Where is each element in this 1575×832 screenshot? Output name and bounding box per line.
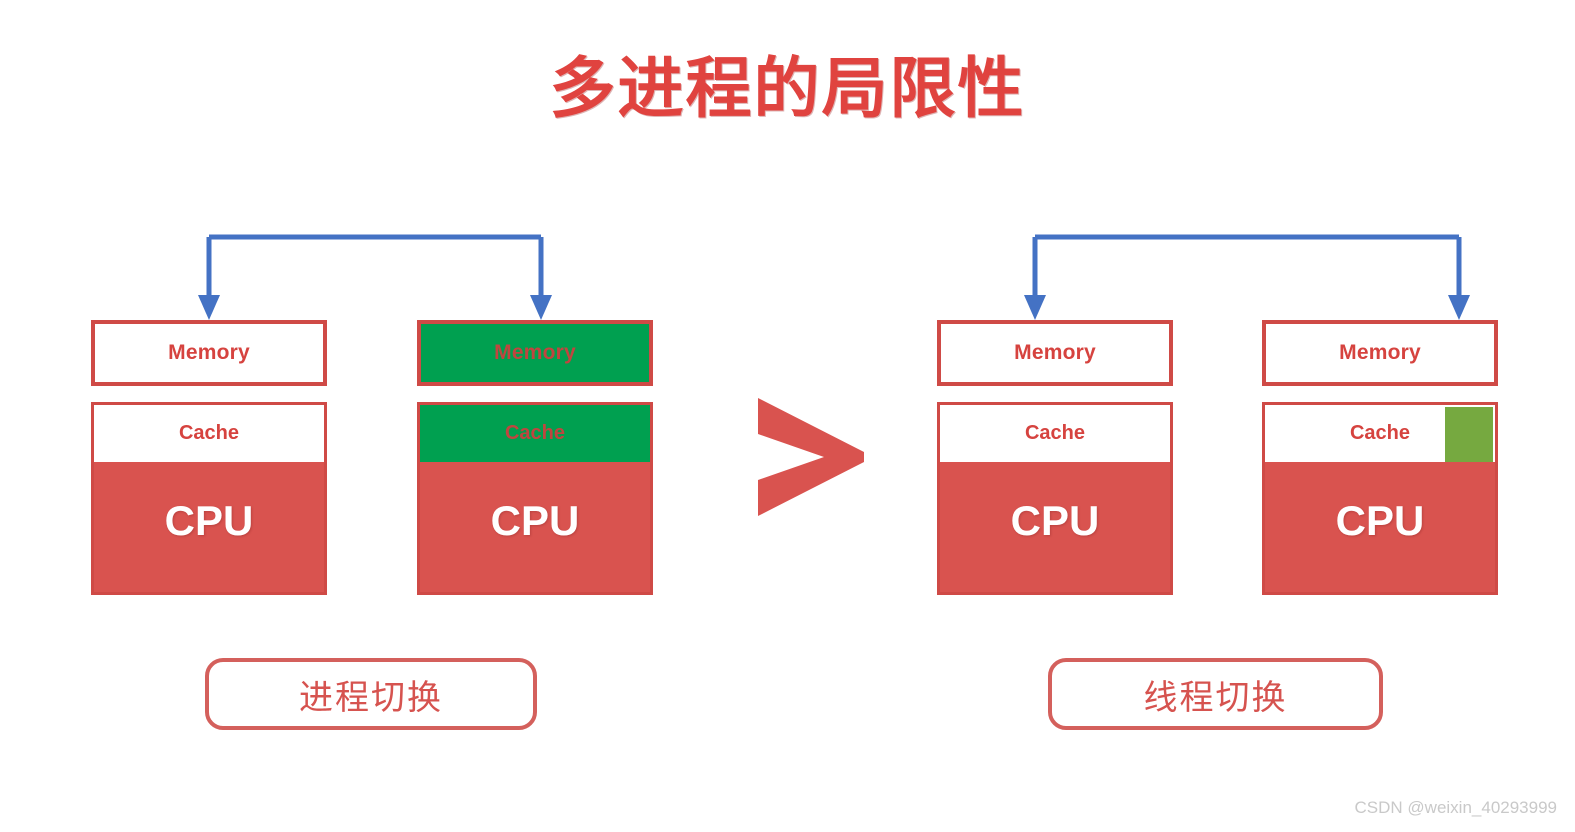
cpu-box-2: Cache CPU [417,402,653,595]
cache-label-2: Cache [504,422,566,444]
cpu-label-1: CPU [164,497,254,544]
page-title: 多进程的局限性 [549,51,1026,125]
cpu-label-4: CPU [1335,497,1425,544]
cpu-box-3: Cache CPU [937,402,1173,595]
memory-label-3: Memory [1014,341,1096,364]
memory-label-4: Memory [1339,341,1421,364]
cpu-label-3: CPU [1010,497,1100,544]
left-group-connector-bracket [195,225,555,330]
caption-box-thread-switch: 线程切换 [1048,658,1383,730]
cache-green-chunk-4 [1445,407,1493,462]
caption-label-process-switch: 进程切换 [299,678,443,717]
caption-label-thread-switch: 线程切换 [1143,678,1288,717]
cpu-label-2: CPU [490,497,580,544]
memory-box-4: Memory [1262,320,1498,386]
cache-band-3: Cache [940,405,1170,462]
watermark: CSDN @weixin_40293999 [1354,798,1557,817]
caption-box-process-switch: 进程切换 [205,658,537,730]
memory-label-1: Memory [168,341,250,364]
memory-box-3: Memory [937,320,1173,386]
memory-box-1: Memory [91,320,327,386]
memory-label-2: Memory [494,341,576,364]
cpu-box-1: Cache CPU [91,402,327,595]
greater-than-icon [752,388,872,528]
cpu-box-4: Cache CPU [1262,402,1498,595]
cache-band-2: Cache [420,405,650,462]
cache-label-3: Cache [1024,422,1086,444]
right-group-connector-bracket [1021,225,1473,330]
cache-label-4: Cache [1349,422,1411,444]
cache-band-1: Cache [94,405,324,462]
memory-box-2: Memory [417,320,653,386]
cache-label-1: Cache [178,422,240,444]
